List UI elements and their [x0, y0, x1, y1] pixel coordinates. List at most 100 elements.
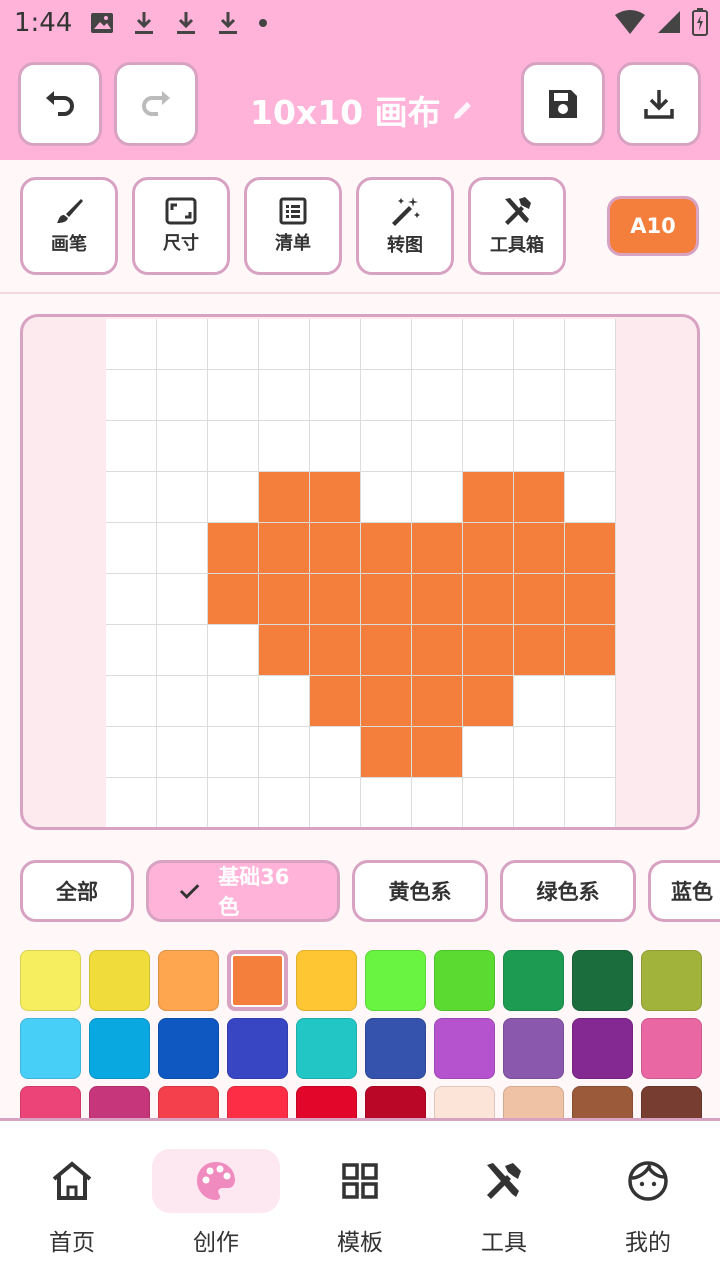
pixel-cell-filled[interactable] — [565, 574, 616, 625]
pixel-cell[interactable] — [412, 319, 463, 370]
pixel-cell-filled[interactable] — [208, 574, 259, 625]
pixel-cell[interactable] — [259, 421, 310, 472]
color-swatch[interactable] — [158, 1086, 219, 1118]
pixel-cell[interactable] — [565, 472, 616, 523]
canvas-title-area[interactable]: 10x10 画布 — [250, 86, 475, 134]
pixel-cell[interactable] — [208, 778, 259, 827]
pixel-cell[interactable] — [106, 778, 157, 827]
current-color-badge[interactable]: A10 — [607, 196, 699, 256]
color-swatch[interactable] — [89, 1018, 150, 1079]
color-swatch[interactable] — [641, 1086, 702, 1118]
pixel-cell-filled[interactable] — [361, 574, 412, 625]
color-swatch[interactable] — [641, 950, 702, 1011]
pixel-cell[interactable] — [361, 421, 412, 472]
pixel-cell[interactable] — [412, 778, 463, 827]
pixel-cell[interactable] — [157, 574, 208, 625]
pixel-cell-filled[interactable] — [514, 625, 565, 676]
pixel-cell-filled[interactable] — [361, 676, 412, 727]
pixel-cell[interactable] — [106, 727, 157, 778]
pixel-cell-filled[interactable] — [259, 574, 310, 625]
pixel-cell[interactable] — [157, 319, 208, 370]
tool-convert-button[interactable]: 转图 — [356, 177, 454, 275]
pixel-cell[interactable] — [208, 676, 259, 727]
pixel-cell[interactable] — [565, 370, 616, 421]
pixel-cell[interactable] — [361, 778, 412, 827]
color-swatch[interactable] — [434, 950, 495, 1011]
pixel-cell[interactable] — [565, 727, 616, 778]
nav-profile[interactable]: 我的 — [584, 1149, 712, 1259]
pixel-cell[interactable] — [157, 625, 208, 676]
edit-pencil-icon[interactable] — [451, 98, 475, 122]
tool-list-button[interactable]: 清单 — [244, 177, 342, 275]
color-swatch[interactable] — [158, 950, 219, 1011]
pixel-cell[interactable] — [565, 778, 616, 827]
pixel-cell-filled[interactable] — [565, 523, 616, 574]
pixel-cell-filled[interactable] — [310, 676, 361, 727]
pixel-cell-filled[interactable] — [361, 625, 412, 676]
pixel-cell[interactable] — [361, 370, 412, 421]
pixel-cell[interactable] — [514, 319, 565, 370]
color-swatch[interactable] — [572, 1086, 633, 1118]
pixel-cell[interactable] — [208, 319, 259, 370]
color-swatch[interactable] — [434, 1018, 495, 1079]
pixel-cell-filled[interactable] — [412, 727, 463, 778]
pixel-cell-filled[interactable] — [412, 574, 463, 625]
download-button[interactable] — [617, 62, 701, 146]
pixel-cell-filled[interactable] — [463, 574, 514, 625]
pixel-cell-filled[interactable] — [310, 625, 361, 676]
pixel-cell[interactable] — [259, 778, 310, 827]
color-swatch[interactable] — [503, 1018, 564, 1079]
pixel-cell[interactable] — [157, 472, 208, 523]
pixel-cell[interactable] — [157, 778, 208, 827]
pixel-cell[interactable] — [361, 319, 412, 370]
color-swatch[interactable] — [296, 950, 357, 1011]
color-swatch[interactable] — [503, 950, 564, 1011]
pixel-cell[interactable] — [514, 421, 565, 472]
pixel-cell[interactable] — [514, 778, 565, 827]
color-swatch[interactable] — [572, 950, 633, 1011]
pixel-cell-filled[interactable] — [361, 727, 412, 778]
pixel-cell[interactable] — [106, 472, 157, 523]
pixel-cell[interactable] — [412, 370, 463, 421]
tool-toolbox-button[interactable]: 工具箱 — [468, 177, 566, 275]
color-swatch[interactable] — [20, 1018, 81, 1079]
color-swatch[interactable] — [434, 1086, 495, 1118]
palette-tab-all[interactable]: 全部 — [20, 860, 134, 922]
pixel-cell-filled[interactable] — [463, 523, 514, 574]
pixel-cell[interactable] — [565, 319, 616, 370]
color-swatch[interactable] — [227, 1018, 288, 1079]
pixel-cell-filled[interactable] — [310, 472, 361, 523]
color-swatch[interactable] — [365, 1086, 426, 1118]
pixel-cell[interactable] — [157, 676, 208, 727]
pixel-cell[interactable] — [463, 319, 514, 370]
pixel-cell[interactable] — [514, 676, 565, 727]
pixel-cell[interactable] — [106, 625, 157, 676]
palette-tab-yellow[interactable]: 黄色系 — [352, 860, 488, 922]
pixel-cell[interactable] — [106, 421, 157, 472]
pixel-cell[interactable] — [565, 676, 616, 727]
pixel-cell[interactable] — [208, 421, 259, 472]
pixel-cell-filled[interactable] — [463, 676, 514, 727]
palette-tab-blue[interactable]: 蓝色 — [648, 860, 720, 922]
pixel-cell[interactable] — [463, 727, 514, 778]
pixel-cell-filled[interactable] — [412, 676, 463, 727]
pixel-cell[interactable] — [106, 370, 157, 421]
color-swatch[interactable] — [89, 950, 150, 1011]
pixel-cell[interactable] — [157, 727, 208, 778]
pixel-cell-filled[interactable] — [565, 625, 616, 676]
pixel-cell[interactable] — [463, 778, 514, 827]
pixel-cell[interactable] — [463, 421, 514, 472]
pixel-cell[interactable] — [157, 421, 208, 472]
pixel-cell[interactable] — [106, 523, 157, 574]
pixel-cell[interactable] — [310, 421, 361, 472]
pixel-cell[interactable] — [208, 370, 259, 421]
pixel-cell-filled[interactable] — [412, 523, 463, 574]
pixel-cell[interactable] — [106, 676, 157, 727]
nav-tools[interactable]: 工具 — [440, 1149, 568, 1259]
color-swatch[interactable] — [227, 1086, 288, 1118]
color-swatch[interactable] — [296, 1018, 357, 1079]
palette-tab-basic36[interactable]: 基础36色 — [146, 860, 340, 922]
pixel-cell[interactable] — [361, 472, 412, 523]
color-swatch[interactable] — [503, 1086, 564, 1118]
color-swatch[interactable] — [572, 1018, 633, 1079]
